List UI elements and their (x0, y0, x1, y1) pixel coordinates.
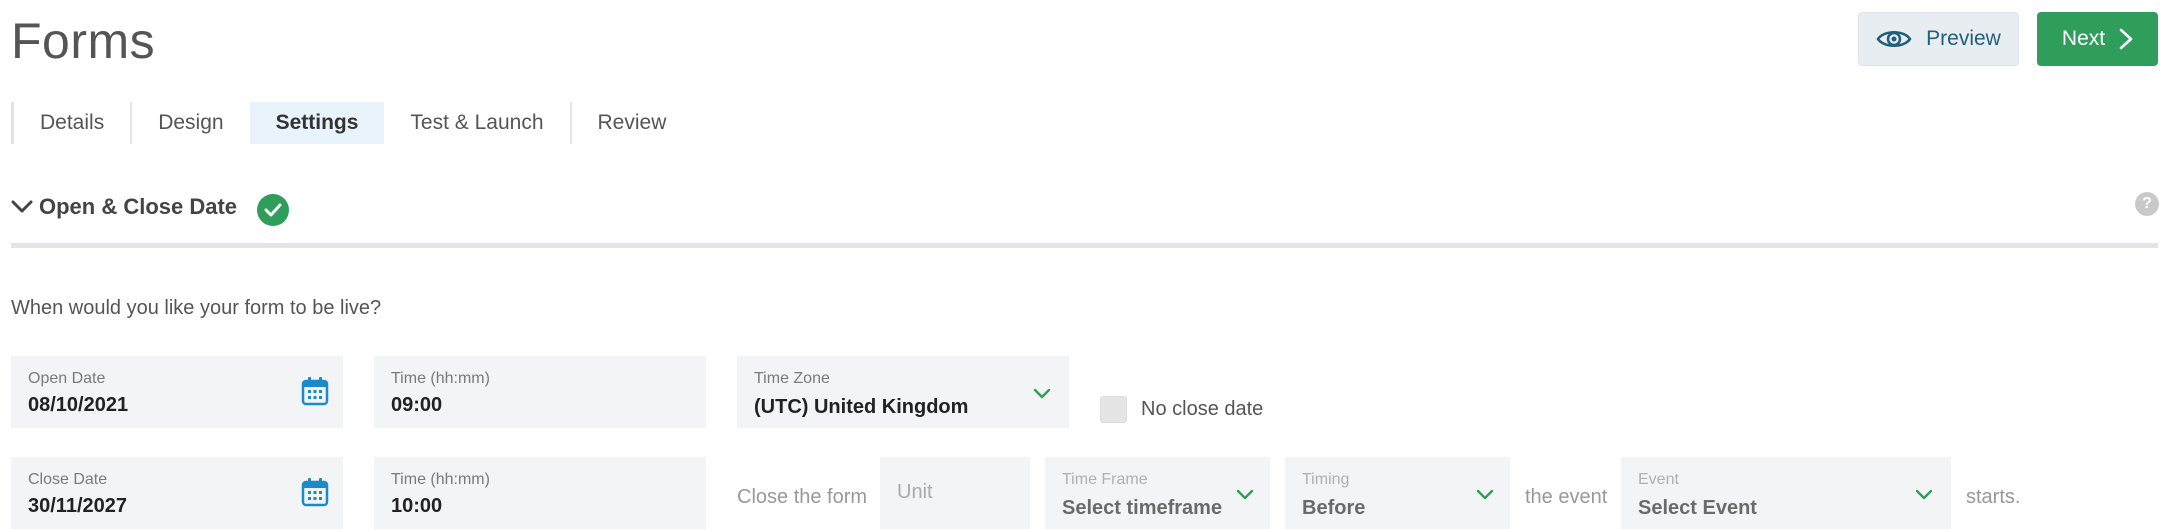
section-toggle[interactable]: Open & Close Date (11, 188, 290, 226)
timeframe-select[interactable]: Time Frame Select timeframe (1045, 457, 1270, 529)
chevron-down-icon (1476, 489, 1494, 500)
chevron-down-icon (11, 200, 33, 213)
timezone-value: (UTC) United Kingdom (754, 396, 969, 418)
open-date-field[interactable]: Open Date 08/10/2021 (11, 356, 343, 428)
help-icon[interactable]: ? (2135, 192, 2159, 216)
timing-select[interactable]: Timing Before (1285, 457, 1510, 529)
timeframe-value: Select timeframe (1062, 497, 1223, 519)
close-time-label: Time (hh:mm) (391, 471, 490, 488)
the-event-text: the event (1525, 486, 1608, 508)
tab-test-launch[interactable]: Test & Launch (384, 102, 569, 144)
close-time-field[interactable]: Time (hh:mm) 10:00 (374, 457, 706, 529)
event-select[interactable]: Event Select Event (1621, 457, 1951, 529)
open-time-label: Time (hh:mm) (391, 370, 490, 387)
preview-button[interactable]: Preview (1858, 12, 2019, 66)
next-label: Next (2061, 27, 2106, 50)
chevron-down-icon (1236, 489, 1254, 500)
unit-placeholder: Unit (897, 481, 933, 503)
open-date-label: Open Date (28, 370, 106, 387)
timing-value: Before (1302, 497, 1366, 519)
calendar-icon[interactable] (301, 376, 329, 406)
open-time-field[interactable]: Time (hh:mm) 09:00 (374, 356, 706, 428)
unit-input[interactable]: Unit (880, 457, 1030, 529)
open-time-value: 09:00 (391, 394, 443, 416)
next-button[interactable]: Next (2037, 12, 2158, 66)
event-label: Event (1638, 471, 1679, 488)
chevron-down-icon (1033, 388, 1051, 399)
tab-design[interactable]: Design (130, 102, 249, 144)
close-date-value: 30/11/2027 (28, 495, 127, 517)
close-time-value: 10:00 (391, 495, 443, 517)
open-date-value: 08/10/2021 (28, 394, 129, 416)
eye-icon (1876, 31, 1912, 47)
timezone-select[interactable]: Time Zone (UTC) United Kingdom (737, 356, 1069, 428)
chevron-right-icon (2119, 28, 2133, 50)
timing-label: Timing (1302, 471, 1350, 488)
no-close-date-checkbox[interactable] (1100, 396, 1127, 423)
tab-review[interactable]: Review (569, 102, 693, 144)
preview-label: Preview (1926, 27, 2001, 50)
starts-text: starts. (1966, 486, 2021, 508)
tab-settings[interactable]: Settings (249, 102, 385, 144)
page-title: Forms (11, 13, 156, 69)
question-text: When would you like your form to be live… (11, 297, 382, 319)
no-close-date-label: No close date (1141, 398, 1264, 420)
section-title: Open & Close Date (39, 194, 238, 219)
tab-details[interactable]: Details (11, 102, 130, 144)
timezone-label: Time Zone (754, 370, 830, 387)
timeframe-label: Time Frame (1062, 471, 1148, 488)
event-value: Select Event (1638, 497, 1757, 519)
section-divider (11, 243, 2158, 248)
calendar-icon[interactable] (301, 477, 329, 507)
wizard-tabs: Details Design Settings Test & Launch Re… (11, 102, 692, 144)
no-close-date-option[interactable]: No close date (1100, 396, 1263, 423)
close-date-field[interactable]: Close Date 30/11/2027 (11, 457, 343, 529)
close-form-text: Close the form (737, 486, 868, 508)
close-date-label: Close Date (28, 471, 108, 488)
check-circle-icon (257, 194, 290, 226)
chevron-down-icon (1915, 489, 1933, 500)
